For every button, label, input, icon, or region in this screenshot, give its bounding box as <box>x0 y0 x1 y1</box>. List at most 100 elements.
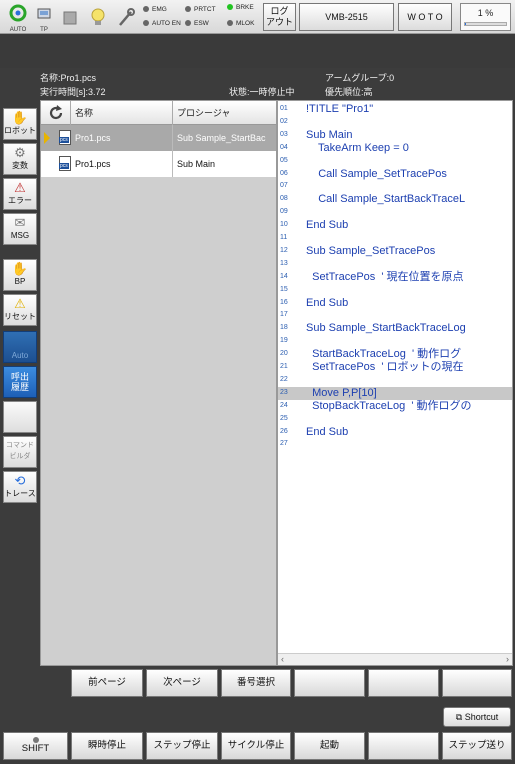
logout-button[interactable]: ログ アウト <box>263 3 296 31</box>
teach-pendant-icon[interactable]: TP <box>30 3 58 33</box>
robot-icon: ✋ <box>11 110 29 125</box>
status-auto-en: AUTO EN <box>143 20 181 27</box>
code-line[interactable]: 11 <box>278 232 512 245</box>
stop-square-icon[interactable] <box>56 3 84 33</box>
code-line[interactable]: 09 <box>278 206 512 219</box>
code-line[interactable]: 23 Move P,P[10] <box>278 386 512 400</box>
shift-label: SHIFT <box>21 743 50 754</box>
line-number: 22 <box>280 375 288 383</box>
code-line[interactable]: 25 <box>278 413 512 426</box>
code-line[interactable]: 04 TakeArm Keep = 0 <box>278 142 512 155</box>
horizontal-scrollbar[interactable]: ‹ › <box>278 653 512 665</box>
column-header-name[interactable]: 名称 <box>71 101 173 125</box>
status-esw: ESW <box>185 20 209 27</box>
auto-button[interactable]: Auto <box>3 331 37 363</box>
code-line[interactable]: 15 <box>278 284 512 297</box>
file-row[interactable]: pcs Pro1.pcs Sub Main <box>41 151 276 177</box>
code-line[interactable]: 07 <box>278 180 512 193</box>
scroll-right-icon[interactable]: › <box>506 654 509 664</box>
refresh-icon <box>49 105 62 120</box>
code-line[interactable]: 10 End Sub <box>278 219 512 232</box>
step-forward-button[interactable]: ステップ送り <box>442 732 512 760</box>
lamp-icon[interactable] <box>84 3 112 33</box>
shortcut-button[interactable]: ⧉ Shortcut <box>443 707 511 727</box>
next-page-button[interactable]: 次ページ <box>146 669 218 697</box>
teach-pendant-label: TP <box>40 27 48 33</box>
top-status-bar: AUTO TP EMG PRTCT BRKE AUTO EN ESW MLOK … <box>0 0 515 34</box>
reset-button[interactable]: ⚠ リセット <box>3 294 37 326</box>
code-line[interactable]: 12 Sub Sample_SetTracePos <box>278 245 512 258</box>
column-header-procedure[interactable]: プロシージャ <box>173 101 276 125</box>
auto-mode-icon[interactable]: AUTO <box>4 3 32 33</box>
code-line[interactable]: 19 <box>278 335 512 348</box>
refresh-button[interactable] <box>41 101 71 125</box>
command-builder-button[interactable]: コマンド ビルダ <box>3 436 37 468</box>
wrench-icon[interactable] <box>112 3 140 33</box>
code-text: Sub Main <box>306 128 353 141</box>
code-line[interactable]: 26 End Sub <box>278 426 512 439</box>
code-line[interactable]: 27 <box>278 438 512 451</box>
code-text: Sub Sample_StartBackTraceLog <box>306 322 466 335</box>
code-text: StopBackTraceLog ' 動作ログの <box>306 399 472 412</box>
empty-tool-button[interactable] <box>3 401 37 433</box>
prev-page-button[interactable]: 前ページ <box>71 669 143 697</box>
shift-button[interactable]: SHIFT <box>3 732 68 760</box>
error-button[interactable]: ⚠ エラー <box>3 178 37 210</box>
step-stop-button[interactable]: ステップ停止 <box>146 732 218 760</box>
code-editor[interactable]: 27 26 End Sub 25 24 StopBackTraceLog ' 動作ログの… <box>277 100 513 666</box>
priority: 優先順位:高 <box>325 87 373 97</box>
code-line[interactable]: 24 StopBackTraceLog ' 動作ログの <box>278 400 512 413</box>
line-number: 13 <box>280 259 288 267</box>
code-text: TakeArm Keep = 0 <box>306 141 409 154</box>
code-text: Move P,P[10] <box>306 386 377 399</box>
page-button-empty-3[interactable] <box>442 669 512 697</box>
code-line[interactable]: 05 <box>278 155 512 168</box>
file-row[interactable]: pcs Pro1.pcs Sub Sample_StartBac <box>41 125 276 151</box>
start-button[interactable]: 起動 <box>294 732 365 760</box>
line-number: 05 <box>280 156 288 164</box>
code-line[interactable]: 08 Call Sample_StartBackTraceL <box>278 193 512 206</box>
variable-icon: ⚙ <box>14 145 26 160</box>
robot-model-button[interactable]: VMB-2515 <box>299 3 394 31</box>
code-line[interactable]: 21 SetTracePos ' ロボットの現在 <box>278 361 512 374</box>
cycle-stop-button[interactable]: サイクル停止 <box>221 732 291 760</box>
error-icon: ⚠ <box>14 180 26 195</box>
file-row-name: Pro1.pcs <box>71 151 173 177</box>
code-text: Call Sample_StartBackTraceL <box>306 193 466 206</box>
status-prtct: PRTCT <box>185 6 216 13</box>
line-number: 27 <box>280 440 288 448</box>
code-line[interactable]: 22 <box>278 374 512 387</box>
woto-button[interactable]: W O T O <box>398 3 452 31</box>
breakpoint-button[interactable]: ✋ BP <box>3 259 37 291</box>
message-bar <box>0 34 515 68</box>
code-line[interactable]: 18 Sub Sample_StartBackTraceLog <box>278 322 512 335</box>
number-select-button[interactable]: 番号選択 <box>221 669 291 697</box>
line-number: 14 <box>280 272 288 280</box>
line-number: 06 <box>280 169 288 177</box>
code-line[interactable]: 20 StartBackTraceLog ' 動作ログ <box>278 348 512 361</box>
code-line[interactable]: 14 SetTracePos ' 現在位置を原点 <box>278 271 512 284</box>
page-button-empty-1[interactable] <box>294 669 365 697</box>
trace-button[interactable]: ⟲ トレース <box>3 471 37 503</box>
line-number: 04 <box>280 143 288 151</box>
line-number: 21 <box>280 363 288 370</box>
code-line[interactable]: 01 !TITLE "Pro1" <box>278 103 512 116</box>
status-prtct-label: PRTCT <box>194 6 216 13</box>
robot-button[interactable]: ✋ ロボット <box>3 108 37 140</box>
call-history-button[interactable]: 呼出 履歴 <box>3 366 37 398</box>
instant-stop-button[interactable]: 瞬時停止 <box>71 732 143 760</box>
speed-indicator[interactable]: 1 % <box>460 3 511 31</box>
code-line[interactable]: 02 <box>278 116 512 129</box>
variable-button[interactable]: ⚙ 変数 <box>3 143 37 175</box>
bottom-button-empty[interactable] <box>368 732 439 760</box>
code-line[interactable]: 17 <box>278 309 512 322</box>
code-line[interactable]: 06 Call Sample_SetTracePos <box>278 168 512 181</box>
code-line[interactable]: 03 Sub Main <box>278 129 512 142</box>
line-number: 20 <box>280 350 288 358</box>
message-button[interactable]: ✉ MSG <box>3 213 37 245</box>
scroll-left-icon[interactable]: ‹ <box>281 654 284 664</box>
code-line[interactable]: 13 <box>278 258 512 271</box>
warning-icon: ⚠ <box>14 296 26 311</box>
code-line[interactable]: 16 End Sub <box>278 297 512 310</box>
page-button-empty-2[interactable] <box>368 669 439 697</box>
